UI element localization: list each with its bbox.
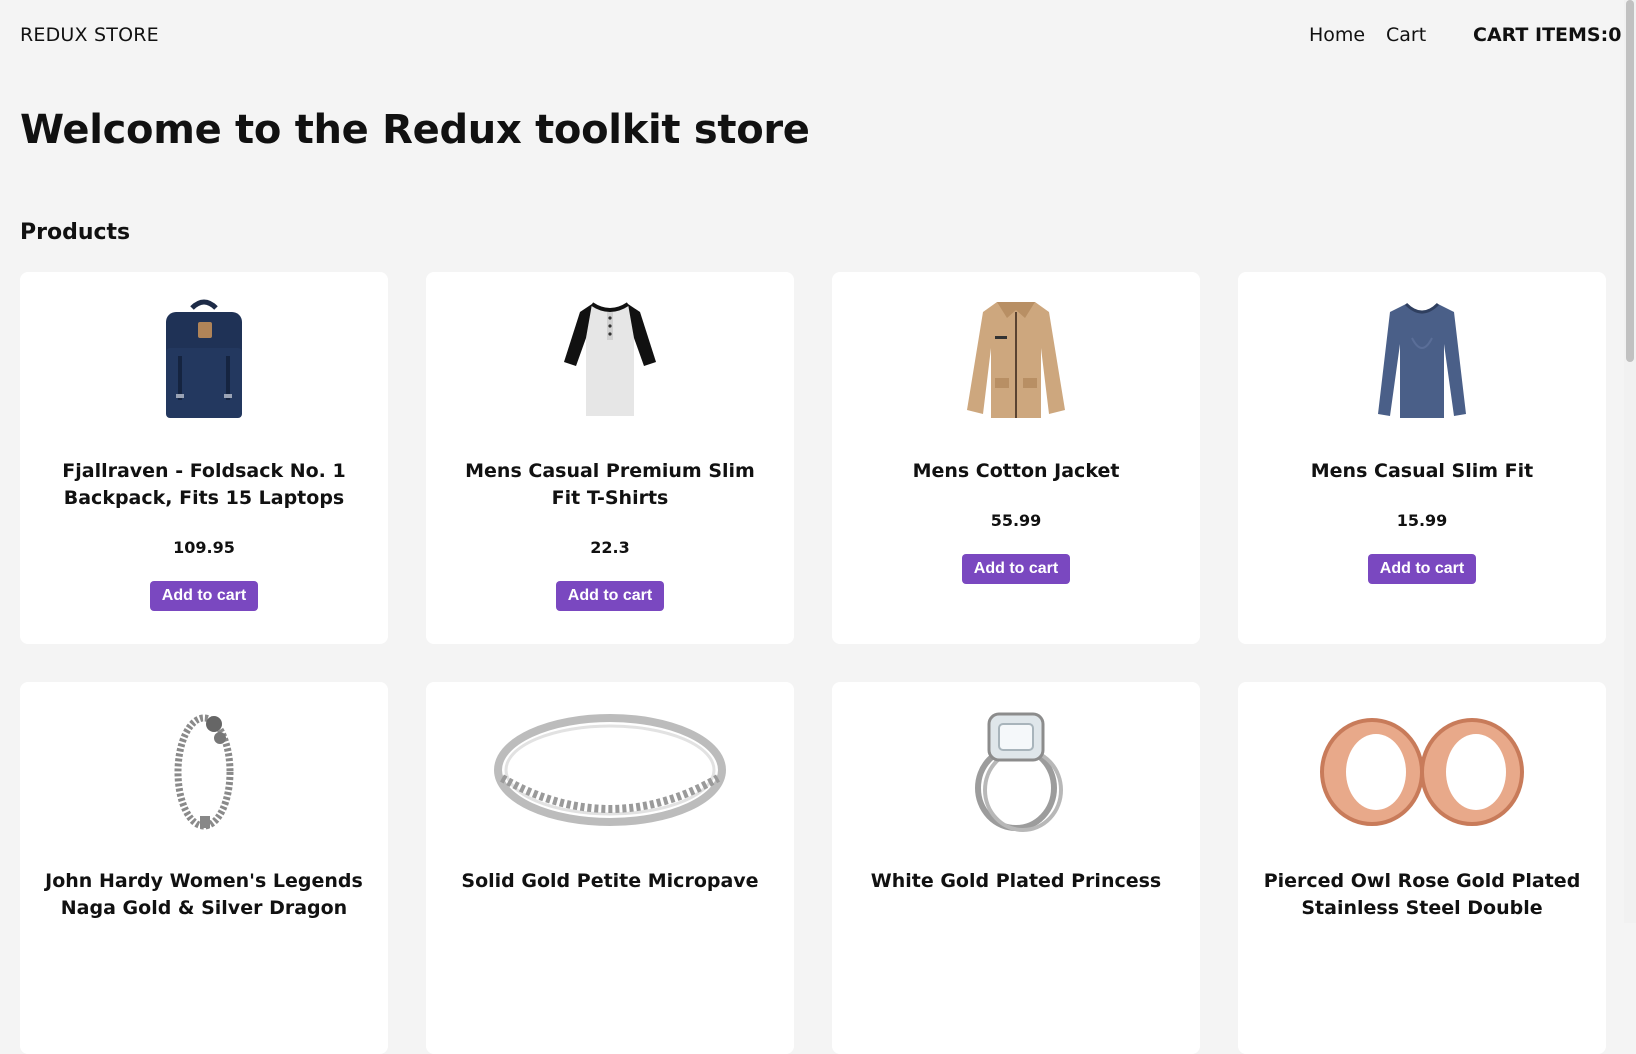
page-title: Welcome to the Redux toolkit store	[20, 107, 810, 153]
product-price: 109.95	[173, 538, 235, 557]
product-title: Solid Gold Petite Micropave	[461, 870, 759, 892]
nav-cart-link[interactable]: Cart	[1386, 24, 1426, 46]
product-price: 22.3	[590, 538, 630, 557]
ear-plugs-icon	[1262, 706, 1582, 834]
longsleeve-shirt-icon	[1262, 296, 1582, 424]
product-price: 55.99	[990, 511, 1042, 530]
product-card: Mens Casual Slim Fit 15.99 Add to cart	[1238, 272, 1606, 644]
product-title: Mens Cotton Jacket	[912, 460, 1120, 482]
product-title: White Gold Plated Princess	[870, 870, 1162, 892]
product-card: John Hardy Women's Legends Naga Gold & S…	[20, 682, 388, 1054]
jacket-icon	[856, 296, 1176, 424]
brand-logo[interactable]: REDUX STORE	[20, 24, 159, 46]
tshirt-icon	[450, 296, 770, 424]
backpack-icon	[44, 296, 364, 424]
product-card: Fjallraven - Foldsack No. 1 Backpack, Fi…	[20, 272, 388, 644]
add-to-cart-button[interactable]: Add to cart	[1367, 554, 1477, 584]
navbar: REDUX STORE Home Cart CART ITEMS:0	[0, 0, 1636, 74]
product-title: Mens Casual Slim Fit	[1310, 460, 1534, 482]
add-to-cart-button[interactable]: Add to cart	[149, 581, 259, 611]
product-price: 15.99	[1396, 511, 1448, 530]
add-to-cart-button[interactable]: Add to cart	[961, 554, 1071, 584]
cart-items-count: CART ITEMS:0	[1473, 24, 1622, 46]
ring-icon	[450, 706, 770, 834]
section-title: Products	[20, 220, 131, 245]
product-title: Pierced Owl Rose Gold Plated Stainless S…	[1263, 870, 1581, 919]
diamond-ring-icon	[856, 706, 1176, 834]
product-title: Mens Casual Premium Slim Fit T-Shirts	[465, 460, 755, 509]
page-scrollbar[interactable]	[1624, 0, 1636, 923]
product-title: John Hardy Women's Legends Naga Gold & S…	[45, 870, 363, 919]
product-card: Solid Gold Petite Micropave	[426, 682, 794, 1054]
product-grid: Fjallraven - Foldsack No. 1 Backpack, Fi…	[20, 272, 1606, 1054]
product-title: Fjallraven - Foldsack No. 1 Backpack, Fi…	[62, 460, 346, 509]
bracelet-icon	[44, 706, 364, 834]
product-card: Mens Cotton Jacket 55.99 Add to cart	[832, 272, 1200, 644]
add-to-cart-button[interactable]: Add to cart	[555, 581, 665, 611]
product-card: White Gold Plated Princess	[832, 682, 1200, 1054]
product-card: Pierced Owl Rose Gold Plated Stainless S…	[1238, 682, 1606, 1054]
product-card: Mens Casual Premium Slim Fit T-Shirts 22…	[426, 272, 794, 644]
scrollbar-thumb[interactable]	[1626, 0, 1634, 362]
nav-home-link[interactable]: Home	[1309, 24, 1365, 46]
